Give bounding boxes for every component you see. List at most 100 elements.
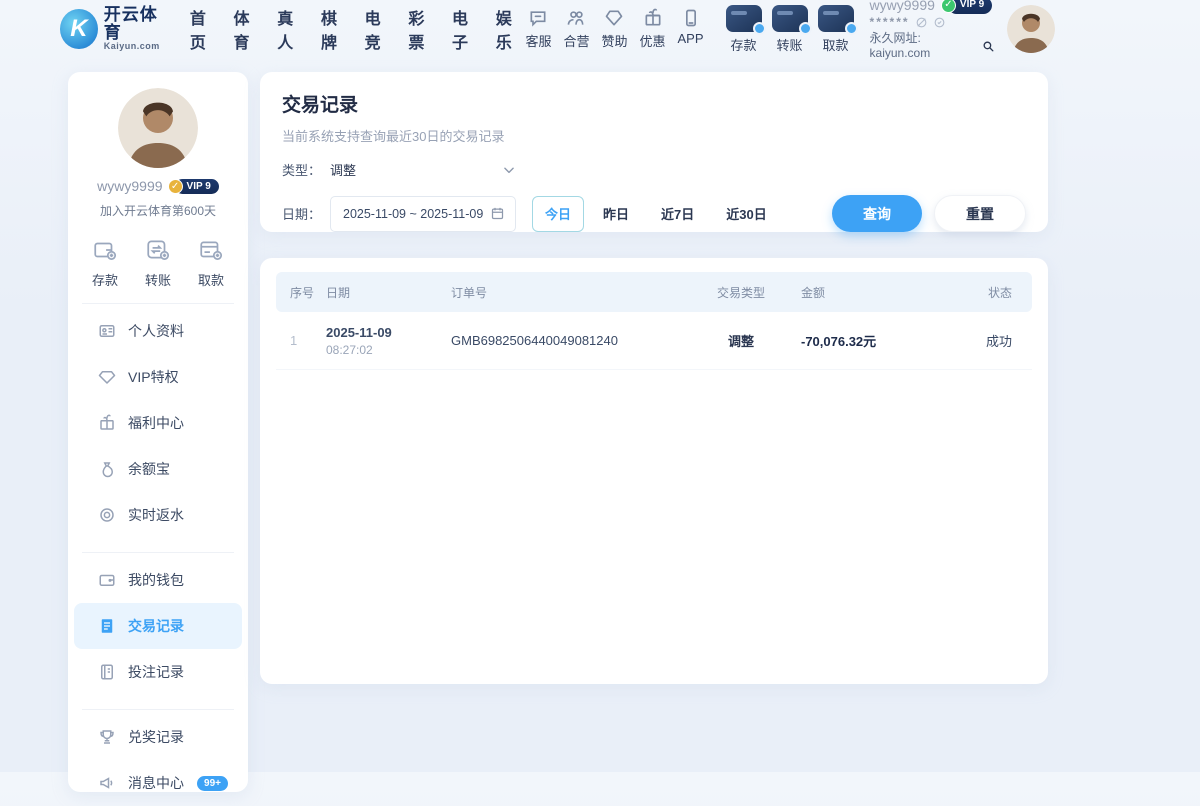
sidebar-withdraw-label: 取款 [198, 270, 224, 289]
sidebar-item-wallet[interactable]: 我的钱包 [74, 557, 242, 603]
app-label: APP [678, 31, 704, 46]
sidebar-withdraw-button[interactable]: 取款 [198, 237, 224, 289]
refresh-balance-icon[interactable] [933, 16, 946, 29]
logo-brand-text: 开云体育 [104, 6, 172, 42]
sidebar-item-profile[interactable]: 个人资料 [74, 308, 242, 354]
sidebar-item-prizes[interactable]: 兑奖记录 [74, 714, 242, 760]
header-avatar[interactable] [1007, 5, 1055, 53]
row-amount: -70,076.32元 [781, 331, 921, 350]
sidebar-item-rebate[interactable]: 实时返水 [74, 492, 242, 538]
transfer-card-icon [772, 5, 808, 32]
nav-item-slots[interactable]: 电子 [452, 5, 482, 53]
withdraw-outline-icon [198, 237, 224, 263]
sidebar-item-bets[interactable]: 投注记录 [74, 649, 242, 695]
sidebar-item-welfare[interactable]: 福利中心 [74, 400, 242, 446]
sidebar-item-messages[interactable]: 消息中心 99+ [74, 760, 242, 806]
wallet-icon [98, 571, 116, 589]
megaphone-icon [98, 774, 116, 792]
money-pouch-icon [98, 460, 116, 478]
withdraw-button[interactable]: 取款 [818, 5, 854, 54]
query-button[interactable]: 查询 [832, 195, 922, 232]
gift-icon [643, 8, 663, 28]
id-card-icon [98, 322, 116, 340]
sidebar-transfer-label: 转账 [145, 270, 171, 289]
sponsor-label: 赞助 [601, 31, 627, 50]
nav-item-entertainment[interactable]: 娱乐 [496, 5, 526, 53]
sidebar-item-transactions[interactable]: 交易记录 [74, 603, 242, 649]
nav-item-boardgames[interactable]: 棋牌 [321, 5, 351, 53]
sidebar-item-vip[interactable]: VIP特权 [74, 354, 242, 400]
bet-record-icon [98, 663, 116, 681]
top-bar: K 开云体育 Kaiyun.com 首页 体育 真人 棋牌 电竞 彩票 电子 娱… [0, 0, 1200, 58]
range-7days-button[interactable]: 近7日 [648, 196, 707, 232]
range-30days-button[interactable]: 近30日 [713, 196, 779, 232]
header-quick-icons: 客服 合营 赞助 优惠 APP [525, 8, 703, 50]
deposit-card-icon [726, 5, 762, 32]
page-title: 交易记录 [282, 90, 1026, 117]
masked-balance: ****** [870, 15, 910, 30]
vip-diamond-icon [98, 368, 116, 386]
sponsor-button[interactable]: 赞助 [601, 8, 627, 50]
header-username: wywy9999 [870, 0, 935, 14]
nav-item-esports[interactable]: 电竞 [365, 5, 395, 53]
row-time: 08:27:02 [326, 343, 451, 357]
eye-off-icon[interactable] [915, 16, 928, 29]
sidebar-item-yuebao[interactable]: 余额宝 [74, 446, 242, 492]
logo-domain-text: Kaiyun.com [104, 42, 172, 51]
range-today-button[interactable]: 今日 [532, 196, 584, 232]
permanent-url-text: 永久网址: kaiyun.com [870, 31, 978, 61]
chevron-down-icon [502, 163, 516, 177]
type-select[interactable]: 调整 [330, 160, 516, 179]
transaction-filter-card: 交易记录 当前系统支持查询最近30日的交易记录 类型： 调整 日期： 2025-… [260, 72, 1048, 232]
people-icon [566, 8, 586, 28]
joined-days-text: 加入开云体育第600天 [68, 202, 248, 219]
row-order-no: GMB6982506440049081240 [451, 333, 701, 348]
sidebar-item-label: 兑奖记录 [128, 727, 184, 747]
brand-logo[interactable]: K 开云体育 Kaiyun.com [60, 6, 172, 51]
customer-service-button[interactable]: 客服 [525, 8, 551, 50]
sidebar-divider [82, 709, 234, 710]
chat-icon [528, 8, 548, 28]
date-range-input[interactable]: 2025-11-09 ~ 2025-11-09 [330, 196, 516, 232]
deposit-button[interactable]: 存款 [726, 5, 762, 54]
sidebar-deposit-label: 存款 [92, 270, 118, 289]
sidebar-item-label: 我的钱包 [128, 570, 184, 590]
app-download-button[interactable]: APP [678, 8, 704, 50]
phone-icon [681, 8, 701, 28]
transfer-button[interactable]: 转账 [772, 5, 808, 54]
col-type: 交易类型 [701, 284, 781, 301]
reset-button[interactable]: 重置 [934, 195, 1026, 232]
avatar-photo [1007, 5, 1055, 53]
nav-item-sports[interactable]: 体育 [234, 5, 264, 53]
sidebar-divider [82, 552, 234, 553]
sidebar-item-label: 个人资料 [128, 321, 184, 341]
sidebar-item-label: 余额宝 [128, 459, 170, 479]
date-range-value: 2025-11-09 ~ 2025-11-09 [343, 207, 483, 221]
sidebar-avatar[interactable] [118, 88, 198, 168]
nav-item-home[interactable]: 首页 [190, 5, 220, 53]
range-yesterday-button[interactable]: 昨日 [590, 196, 642, 232]
sidebar-username: wywy9999 [97, 178, 162, 194]
col-status: 状态 [921, 284, 1032, 301]
sidebar-avatar-photo [118, 88, 198, 168]
transaction-record-icon [98, 617, 116, 635]
promotions-button[interactable]: 优惠 [640, 8, 666, 50]
sidebar-deposit-button[interactable]: 存款 [92, 237, 118, 289]
sidebar-item-label: 交易记录 [128, 616, 184, 636]
col-order-no: 订单号 [451, 284, 701, 301]
magnifier-icon[interactable] [982, 40, 995, 53]
partnership-button[interactable]: 合营 [563, 8, 589, 50]
row-index: 1 [276, 333, 326, 348]
withdraw-card-icon [818, 5, 854, 32]
partnership-label: 合营 [563, 31, 589, 50]
header-wallet-icons: 存款 转账 取款 [726, 5, 854, 54]
transfer-label: 转账 [777, 35, 803, 54]
nav-item-lottery[interactable]: 彩票 [408, 5, 438, 53]
table-row[interactable]: 1 2025-11-09 08:27:02 GMB698250644004908… [276, 312, 1032, 370]
nav-item-live[interactable]: 真人 [277, 5, 307, 53]
col-date: 日期 [326, 284, 451, 301]
sidebar-quick-actions: 存款 转账 取款 [68, 237, 248, 289]
col-amount: 金额 [781, 284, 921, 301]
sidebar-vip-badge: ✓ VIP 9 [168, 179, 219, 194]
sidebar-transfer-button[interactable]: 转账 [145, 237, 171, 289]
